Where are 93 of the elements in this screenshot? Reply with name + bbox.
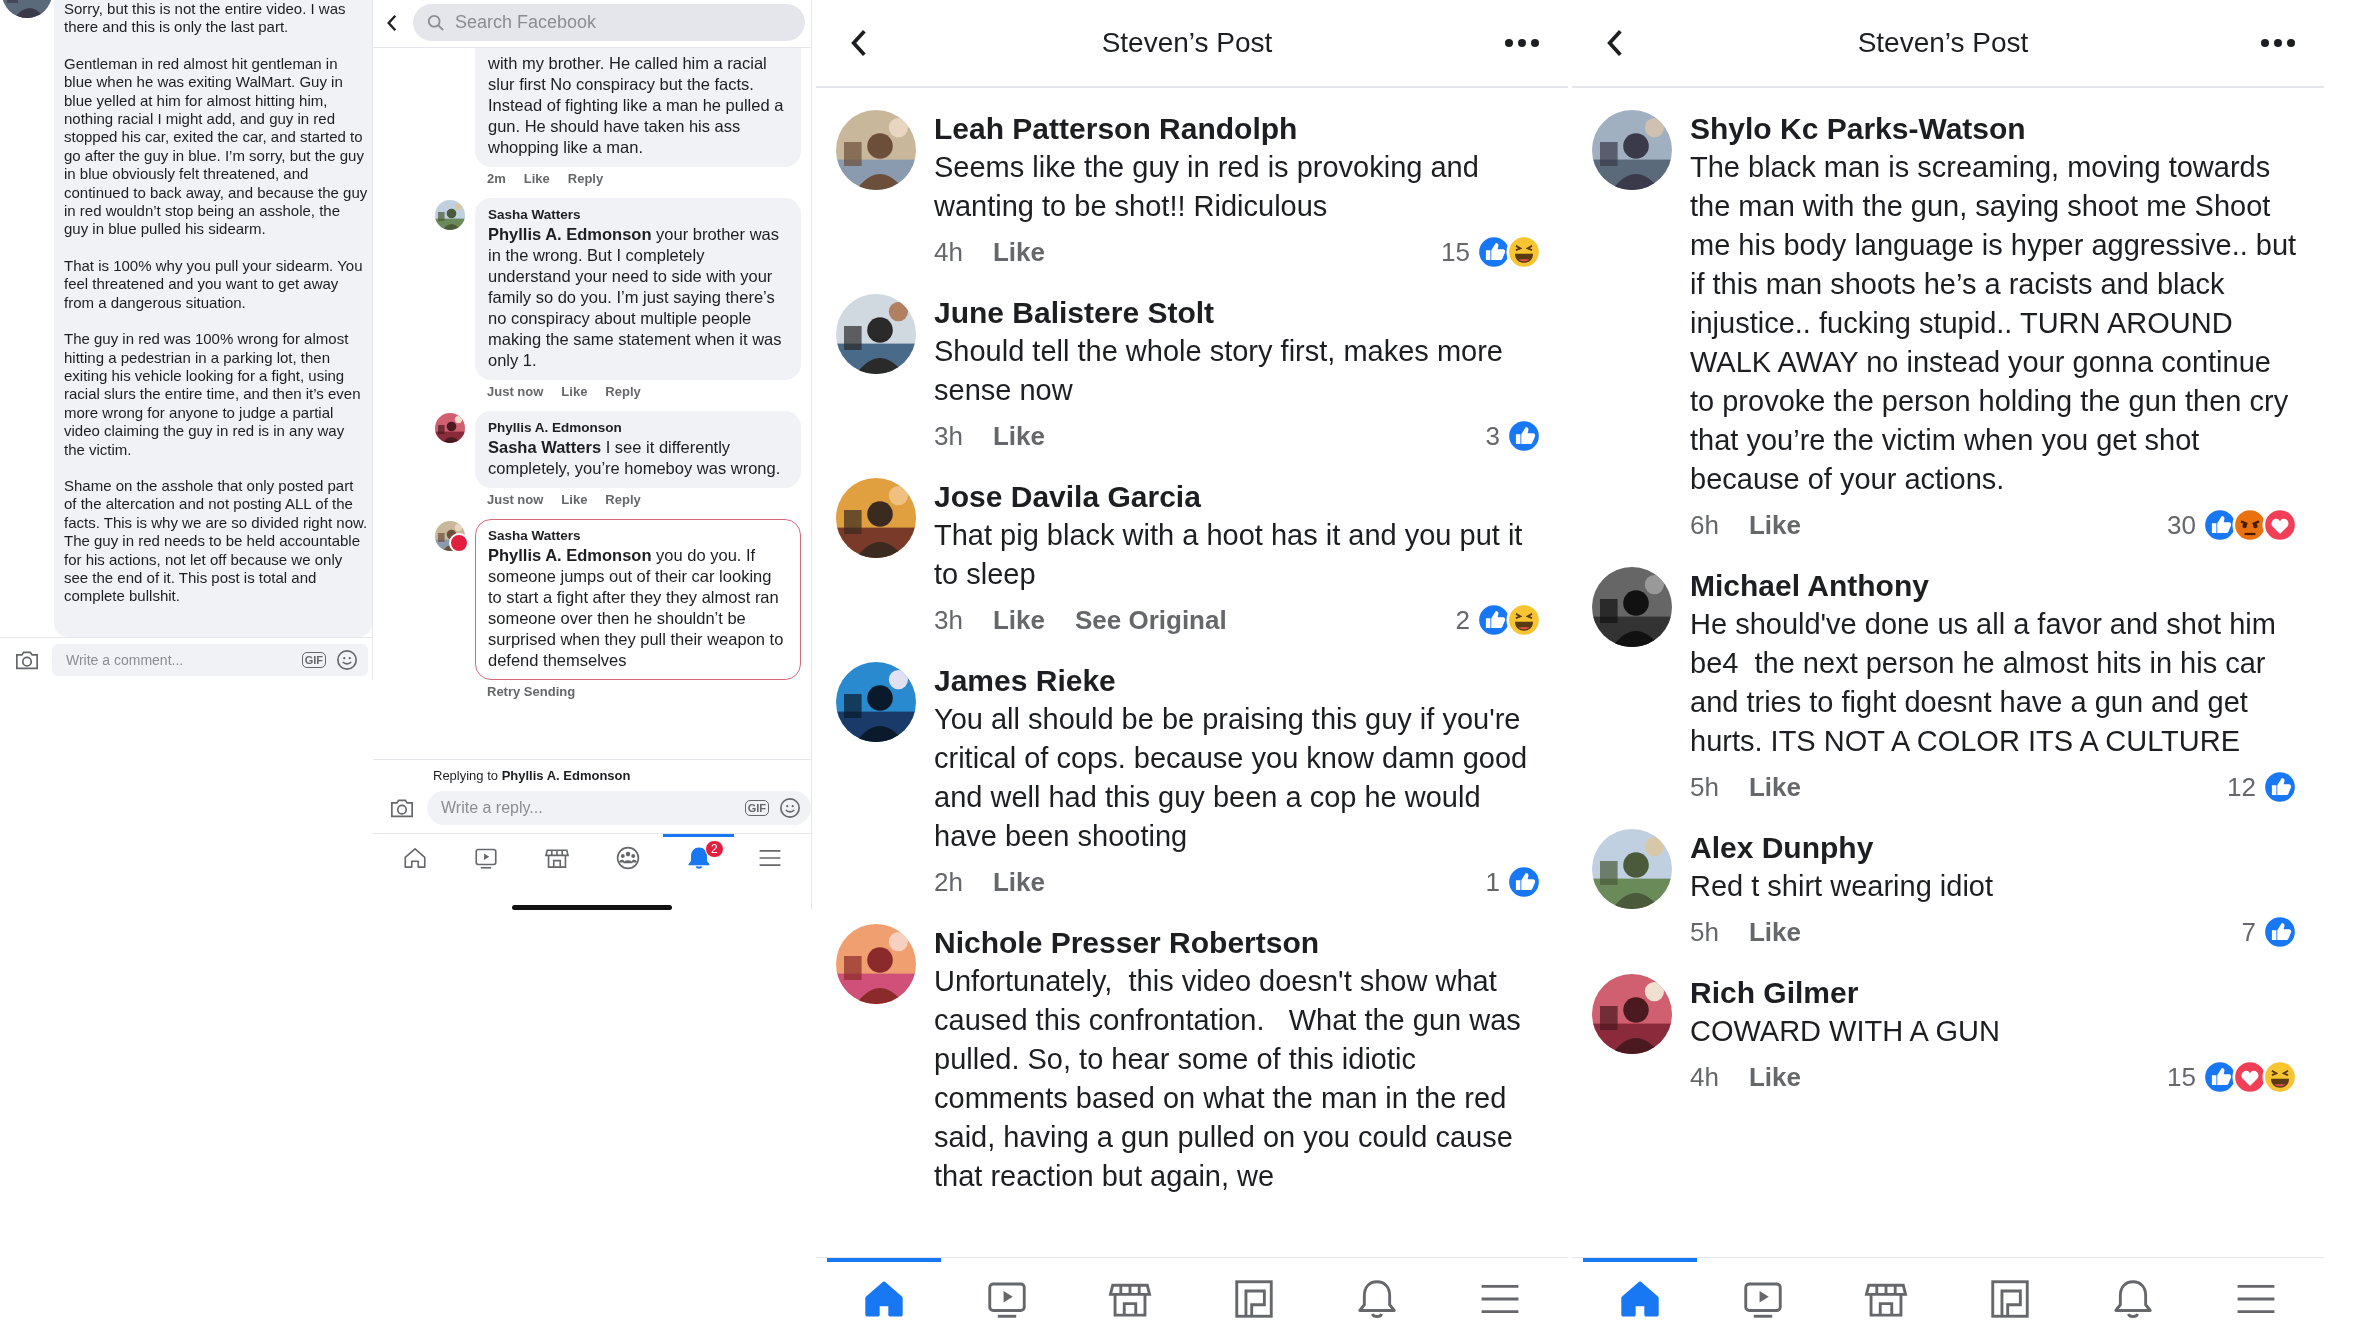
comment-time: 2m: [487, 171, 506, 186]
like-reaction-icon: [1506, 864, 1542, 900]
commenter-name[interactable]: Leah Patterson Randolph: [934, 110, 1298, 148]
laughing-face-icon: [1506, 234, 1542, 270]
emoji-icon[interactable]: [336, 649, 358, 671]
reaction-count: 2: [1455, 604, 1470, 636]
like-reaction-icon: [2262, 769, 2298, 805]
comment-text: Red t shirt wearing idiot: [1690, 869, 1995, 904]
heart-reaction-icon: [2262, 507, 2298, 543]
back-icon[interactable]: [385, 12, 399, 33]
comment-time: 5h: [1690, 771, 1719, 803]
commenter-name[interactable]: Rich Gilmer: [1690, 974, 1859, 1012]
commenter-name[interactable]: Michael Anthony: [1690, 567, 1929, 605]
comment-text: Seems like the guy in red is provoking and wanting to be shot!! Ridiculous: [934, 150, 1480, 224]
see-original-link[interactable]: See Original: [1074, 604, 1227, 636]
nav-tab[interactable]: 2: [663, 834, 734, 877]
like-reaction-icon: [1506, 418, 1542, 454]
like-link[interactable]: Like: [992, 866, 1045, 898]
comment-text: Sasha Watters I see it differently completely, you’re homeboy was wrong.: [488, 437, 782, 479]
like-link[interactable]: Like: [1748, 1061, 1801, 1093]
comment-time: 4h: [1690, 1061, 1719, 1093]
camera-icon[interactable]: [389, 797, 415, 819]
comment-time: Just now: [487, 384, 544, 399]
reaction-count: 12: [2227, 771, 2256, 803]
reaction-count: 3: [1485, 420, 1500, 452]
comment-time: 4h: [934, 236, 963, 268]
replying-to-text: Replying to Phyllis A. Edmonson: [373, 759, 811, 789]
comment-time: Just now: [487, 492, 544, 507]
comment-text: Sorry, but this is not the entire video. I was there and this is only the last part.: [64, 0, 347, 37]
comment-text: The guy in red was 100% wrong for almost hitting a pedestrian in a parking lot, then exiting his vehicle looking for a fight, using racial slurs the entire time, and then it’s even more wrong for anyone to judge a partial video claiming the guy in red is in any way the victim.: [64, 330, 362, 459]
error-icon: [449, 533, 469, 553]
bell-icon: [685, 845, 712, 871]
gif-button[interactable]: GIF: [744, 800, 769, 816]
like-link[interactable]: Like: [523, 171, 550, 186]
like-link[interactable]: Like: [1748, 771, 1801, 803]
like-link[interactable]: Like: [561, 384, 588, 399]
page-title: Steven’s Post: [1856, 27, 2030, 59]
reaction-count: 7: [2241, 916, 2256, 948]
comment-text: That is 100% why you pull your sidearm. You feel threatened and you want to get away from a dangerous situation.: [64, 256, 364, 313]
comment-time: 6h: [1690, 509, 1719, 541]
groups-icon: [614, 845, 641, 871]
like-link[interactable]: Like: [1748, 916, 1801, 948]
comment-text: Gentleman in red almost hit gentleman in blue when he was exiting WalMart. Guy in blue yelled at him for almost hitting him, nothing racial I might add, and guy in red stopped his car, exited the car, and started to go after the guy in blue. I’m sorry, but the guy in blue obviously felt threatened, and continued to back away, and because the guy in red wouldn’t stop being an asshole, the guy in blue pulled his sidearm.: [64, 54, 368, 239]
comment-text: Should tell the whole story first, makes more sense now: [934, 334, 1504, 408]
commenter-name[interactable]: Nichole Presser Robertson: [934, 924, 1320, 962]
comment-text: That pig black with a hoot has it and you put it to sleep: [934, 518, 1524, 592]
like-link[interactable]: Like: [992, 604, 1045, 636]
commenter-name[interactable]: Phyllis A. Edmonson: [488, 420, 622, 435]
comment-time: 3h: [934, 420, 963, 452]
search-field[interactable]: Search Facebook: [413, 4, 805, 41]
notification-badge: 2: [705, 840, 724, 858]
commenter-name[interactable]: June Balistere Stolt: [934, 294, 1215, 332]
comment-text: He should've done us all a favor and shot him be4 the next person he almost hits in his car and tries to fight doesnt have a gun and get hurts. ITS NOT A COLOR ITS A CULTURE: [1690, 607, 2277, 759]
like-link[interactable]: Like: [992, 236, 1045, 268]
like-link[interactable]: Like: [561, 492, 588, 507]
comment-text: Shame on the asshole that only posted part of the altercation and not posting ALL of the facts. This is why we are so divided right now. The guy in red needs to be held accountable for his actions, not let off because we only see the end of it. This post is total and complete bullshit.: [64, 476, 368, 606]
reaction-count: 15: [2167, 1061, 2196, 1093]
gif-button[interactable]: GIF: [301, 652, 326, 668]
commenter-name[interactable]: Alex Dunphy: [1690, 829, 1874, 867]
comment-text: The black man is screaming, moving towards the man with the gun, saying shoot me Shoot me his body language is hyper aggressive.. but if this man shoots he’s a racists and black injustice.. fucking stupid.. TURN AROUND WALK AWAY no instead your gonna continue to provoke the person holding the gun then cry that you’re the victim when you get shot because of your actions.: [1690, 150, 2298, 497]
reply-link[interactable]: Reply: [567, 171, 604, 186]
commenter-name[interactable]: Sasha Watters: [488, 207, 581, 222]
commenter-name[interactable]: Shylo Kc Parks-Watson: [1690, 110, 2026, 148]
reply-link[interactable]: Reply: [605, 384, 641, 399]
comment-time: 2h: [934, 866, 963, 898]
like-link[interactable]: Like: [1748, 509, 1801, 541]
laughing-face-icon: [2262, 1059, 2298, 1095]
like-link[interactable]: Like: [992, 420, 1045, 452]
comment-text: with my brother. He called him a racial slur first No conspiracy but the facts. Instead of fighting like a man he pulled a gun. He should have taken his ass whopping like a man.: [488, 53, 785, 158]
emoji-icon[interactable]: [779, 797, 801, 819]
comment-text: You all should be be praising this guy if you're critical of cops. because you know damn good and well had this guy been a cop he would have been shooting: [934, 702, 1529, 854]
comment-time: 5h: [1690, 916, 1719, 948]
reaction-count: 1: [1485, 866, 1500, 898]
retry-link[interactable]: Retry Sending: [487, 684, 576, 699]
search-icon: [427, 13, 445, 32]
commenter-name[interactable]: James Rieke: [934, 662, 1116, 700]
like-reaction-icon: [2262, 914, 2298, 950]
reaction-count: 15: [1441, 236, 1470, 268]
commenter-name[interactable]: Sasha Watters: [488, 528, 581, 543]
laughing-face-icon: [1506, 602, 1542, 638]
comment-text: Phyllis A. Edmonson you do you. If someone jumps out of their car looking to start a fight after they they almost ran someone over then he shouldn’t be surprised when they pull their weapon to defend themselves: [488, 545, 785, 671]
camera-icon[interactable]: [14, 649, 40, 671]
more-icon[interactable]: [2260, 38, 2296, 48]
comment-text: COWARD WITH A GUN: [1690, 1014, 2001, 1049]
comment-text: Unfortunately, this video doesn't show what caused this confrontation. What the gun was pulled. So, to hear some of this idiotic comments based on what the man in the red said, having a gun pulled on you could cause that reaction but again, we: [934, 964, 1522, 1194]
home-icon: [401, 845, 428, 871]
commenter-name[interactable]: Jose Davila Garcia: [934, 478, 1201, 516]
page-title: Steven’s Post: [1100, 27, 1274, 59]
comment-text: Phyllis A. Edmonson your brother was in the wrong. But I completely understand your need to side with your family so do you. I’m just saying there’s no conspiracy about multiple people making the same statement when it was only 1.: [488, 224, 783, 371]
comment-time: 3h: [934, 604, 963, 636]
reaction-count: 30: [2167, 509, 2196, 541]
more-icon[interactable]: [1504, 38, 1540, 48]
reply-link[interactable]: Reply: [605, 492, 641, 507]
